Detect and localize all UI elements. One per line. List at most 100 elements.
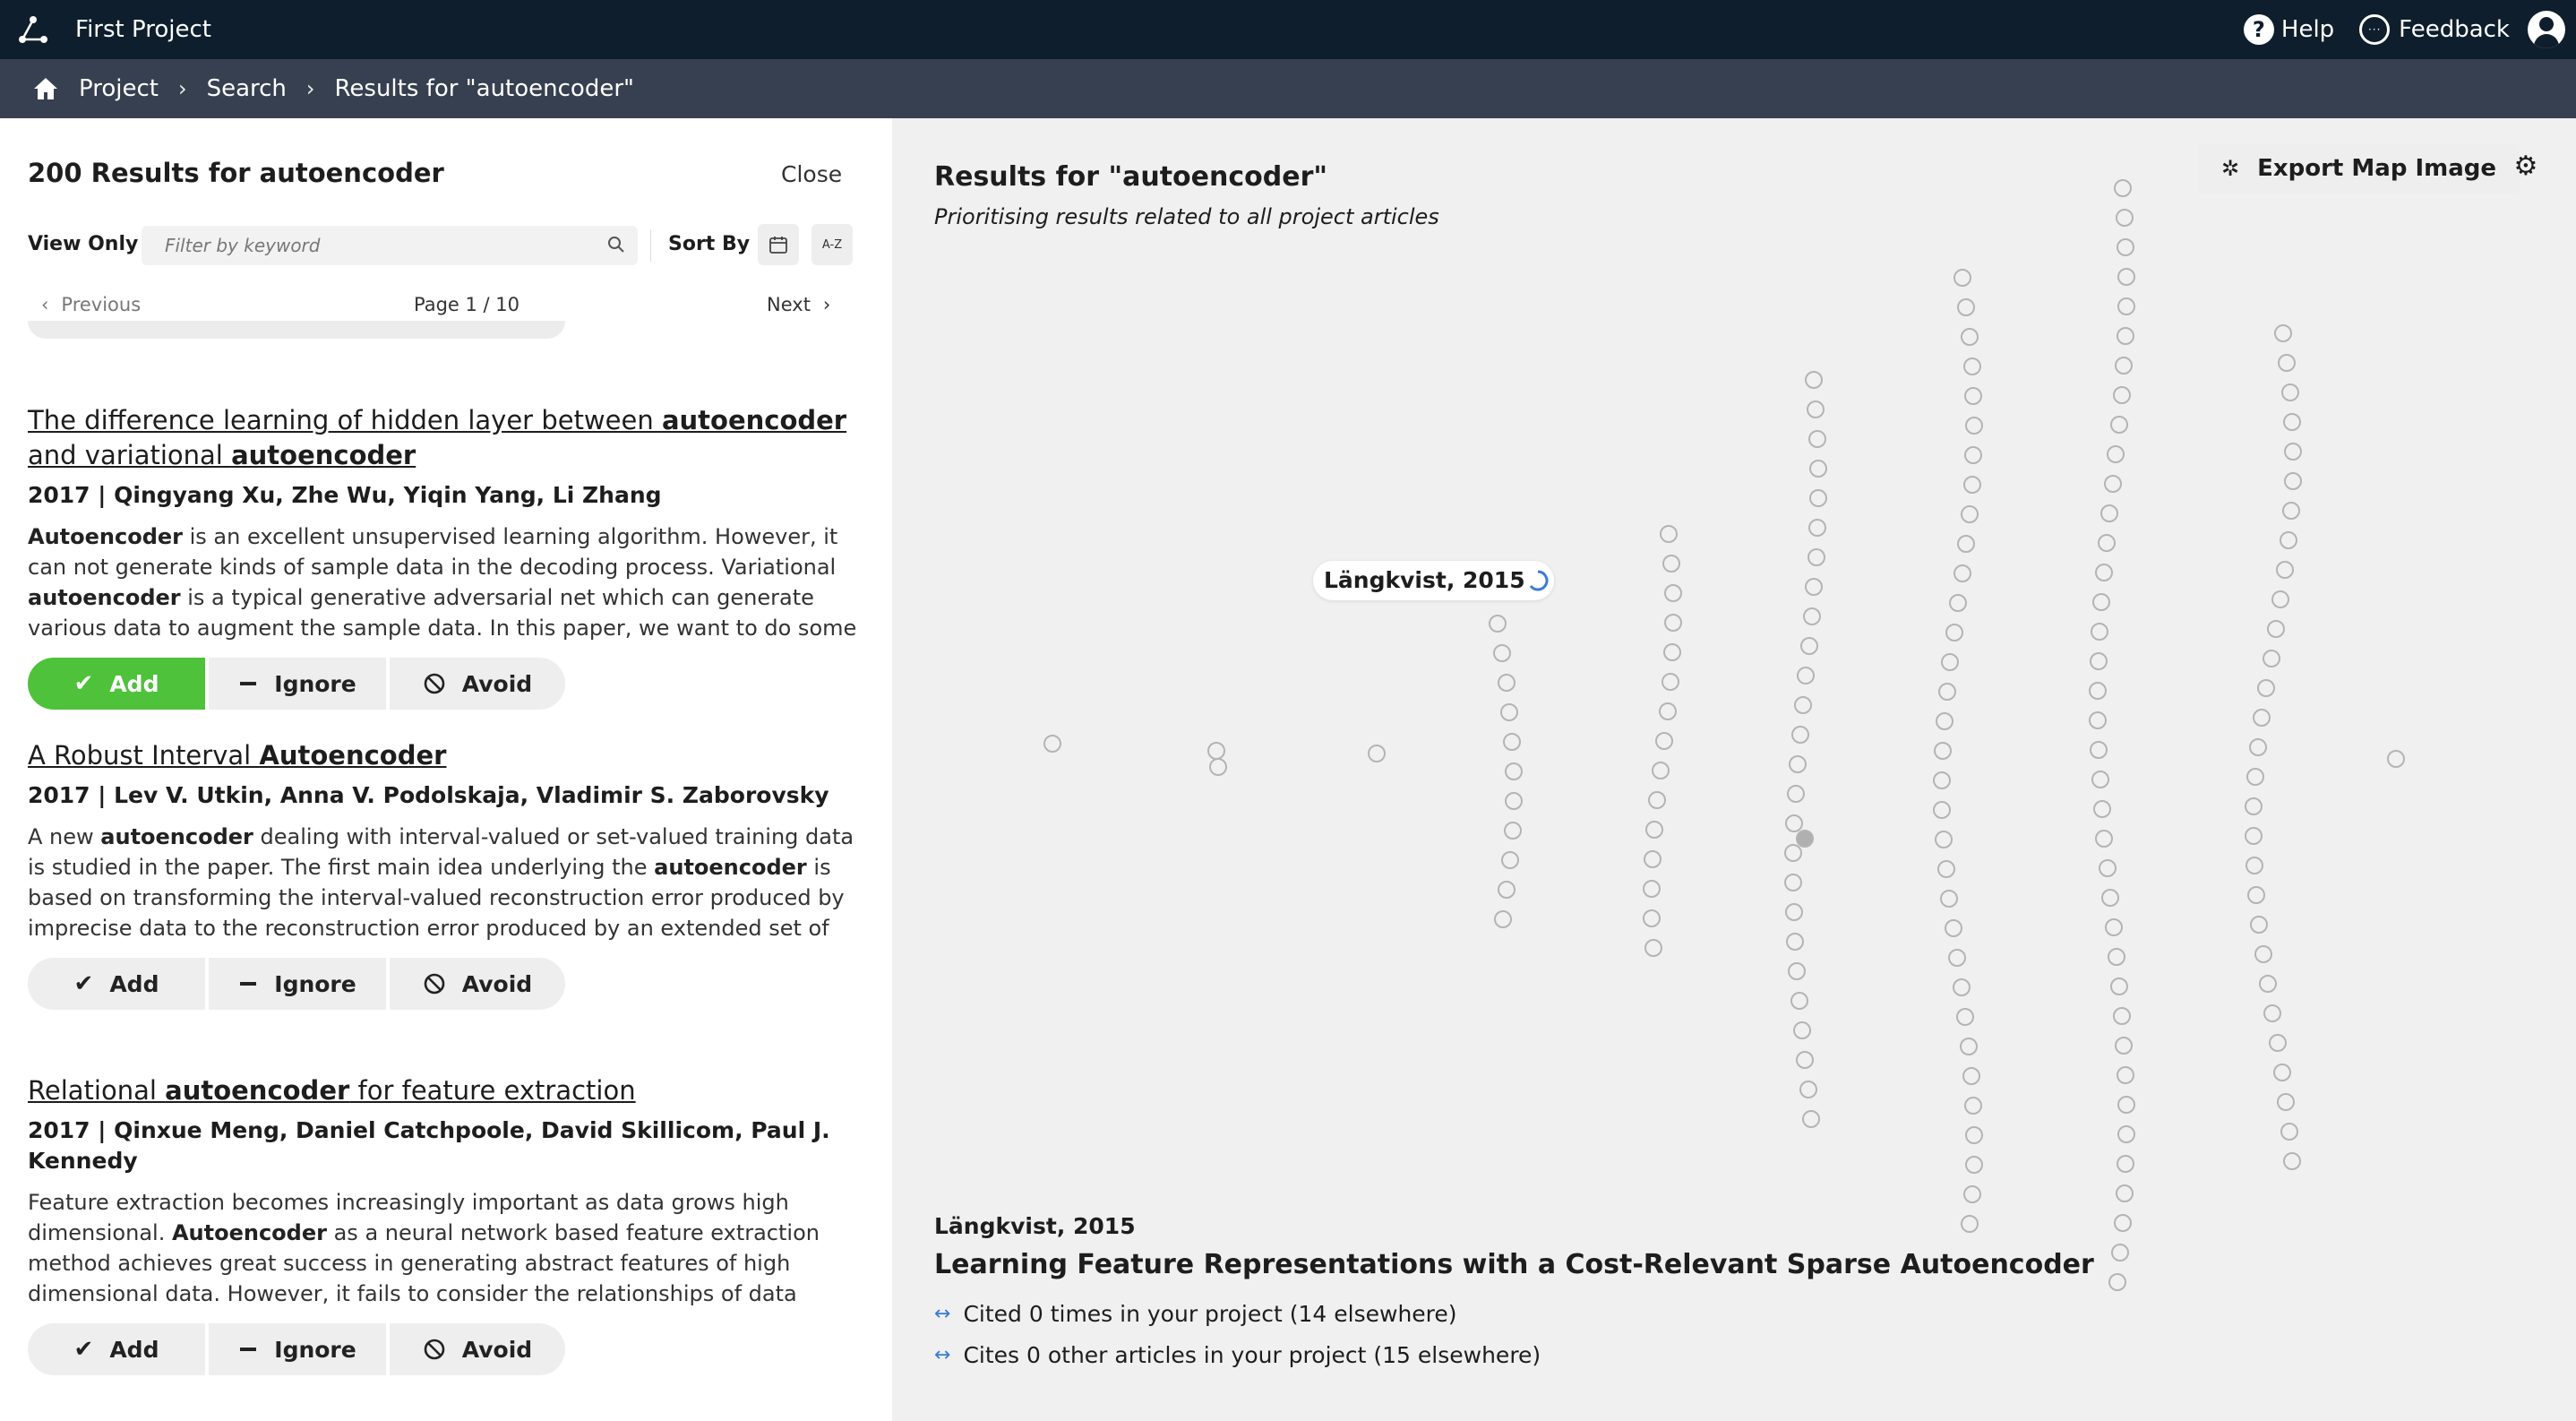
map-node[interactable] (2115, 1037, 2133, 1055)
map-node[interactable] (2283, 1152, 2301, 1170)
map-node[interactable] (1645, 821, 1663, 839)
map-node[interactable] (1797, 667, 1815, 685)
selected-article-title[interactable]: Learning Feature Representations with a … (934, 1249, 2094, 1280)
map-node[interactable] (2281, 383, 2299, 401)
citation-map[interactable] (892, 118, 2576, 1421)
article-title-link[interactable]: A Robust Interval Autoencoder (28, 738, 861, 773)
map-node[interactable] (1644, 939, 1662, 957)
map-node[interactable] (1965, 417, 1983, 435)
map-node[interactable] (1501, 851, 1519, 869)
map-node[interactable] (2100, 504, 2118, 522)
map-node[interactable] (1964, 446, 1982, 464)
map-node[interactable] (1960, 1038, 1978, 1055)
map-node[interactable] (1643, 880, 1661, 898)
ignore-button[interactable]: Ignore (209, 658, 386, 710)
map-node[interactable] (1787, 785, 1805, 803)
map-node[interactable] (2105, 918, 2123, 936)
map-node[interactable] (1949, 594, 1967, 612)
map-node[interactable] (1953, 978, 1971, 996)
map-node[interactable] (1494, 910, 1512, 928)
ignore-button[interactable]: Ignore (209, 958, 386, 1010)
map-node[interactable] (1662, 555, 1680, 573)
map-node[interactable] (2263, 650, 2280, 667)
map-node[interactable] (2095, 564, 2113, 581)
map-node[interactable] (2274, 324, 2292, 342)
map-node[interactable] (1940, 890, 1958, 908)
map-node[interactable] (1643, 909, 1661, 927)
avoid-button[interactable]: Avoid (390, 658, 565, 710)
export-map-image-button[interactable]: ✲ Export Map Image (2198, 143, 2520, 194)
avoid-button[interactable]: Avoid (390, 958, 565, 1010)
map-node[interactable] (1961, 505, 1979, 523)
map-node[interactable] (1796, 1051, 1814, 1069)
map-node[interactable] (1664, 614, 1682, 632)
breadcrumb-project[interactable]: Project (79, 75, 159, 102)
map-node[interactable] (1948, 949, 1966, 967)
map-node[interactable] (2089, 682, 2107, 700)
previous-page-button[interactable]: ‹ Previous (41, 294, 141, 315)
map-node[interactable] (2117, 238, 2134, 256)
map-node[interactable] (1961, 1215, 1979, 1233)
map-node[interactable] (1802, 1110, 1820, 1128)
home-icon[interactable] (32, 75, 59, 102)
map-node[interactable] (2104, 475, 2122, 493)
map-node[interactable] (2110, 977, 2128, 995)
filter-input[interactable]: Filter by keyword (142, 226, 638, 265)
map-node[interactable] (1493, 644, 1511, 662)
article-title-link[interactable]: Relational autoencoder for feature extra… (28, 1073, 861, 1108)
map-node[interactable] (1965, 1126, 1983, 1144)
map-node[interactable] (1953, 564, 1971, 582)
map-node[interactable] (2278, 354, 2296, 372)
map-node[interactable] (2116, 1184, 2134, 1202)
map-node[interactable] (2277, 1093, 2295, 1111)
map-node[interactable] (1791, 726, 1809, 744)
map-node[interactable] (2254, 945, 2272, 963)
map-node[interactable] (1936, 712, 1953, 730)
map-node[interactable] (1963, 476, 1981, 494)
account-icon[interactable] (2528, 11, 2565, 48)
map-node[interactable] (2117, 1066, 2134, 1084)
map-node[interactable] (2250, 916, 2268, 934)
map-node[interactable] (2280, 1123, 2298, 1141)
map-node[interactable] (1505, 762, 1523, 780)
map-node[interactable] (1209, 758, 1227, 776)
map-node[interactable] (1805, 371, 1823, 389)
map-node[interactable] (1963, 1185, 1981, 1203)
map-node[interactable] (2257, 679, 2275, 697)
map-node[interactable] (1503, 733, 1521, 751)
map-node[interactable] (2108, 948, 2125, 966)
map-node[interactable] (1784, 844, 1802, 862)
map-node[interactable] (2114, 1214, 2132, 1232)
map-node[interactable] (1964, 387, 1982, 405)
map-node[interactable] (1498, 881, 1516, 899)
map-node[interactable] (2117, 327, 2134, 345)
map-node[interactable] (1933, 801, 1951, 819)
map-node[interactable] (1664, 584, 1682, 602)
project-title[interactable]: First Project (75, 0, 211, 59)
map-node[interactable] (1953, 269, 1971, 287)
map-node[interactable] (1504, 822, 1522, 840)
map-node[interactable] (1659, 702, 1677, 720)
map-node[interactable] (1964, 1097, 1982, 1115)
map-node[interactable] (2249, 738, 2267, 756)
map-node[interactable] (2099, 859, 2117, 877)
map-node[interactable] (2284, 472, 2302, 490)
app-logo-icon[interactable] (16, 13, 50, 47)
feedback-button[interactable]: ··· Feedback (2359, 14, 2510, 45)
breadcrumb-search[interactable]: Search (207, 75, 287, 102)
map-node[interactable] (1803, 607, 1821, 625)
map-node-selected[interactable] (1796, 830, 1814, 848)
map-node[interactable] (2111, 1244, 2129, 1262)
map-node[interactable] (1933, 771, 1951, 789)
map-node[interactable] (1937, 860, 1955, 878)
map-node[interactable] (2269, 1034, 2287, 1052)
map-node[interactable] (2090, 741, 2108, 759)
map-node[interactable] (1793, 1021, 1811, 1039)
map-node[interactable] (1957, 535, 1975, 553)
map-node[interactable] (1785, 814, 1803, 832)
ignore-button[interactable]: Ignore (209, 1323, 386, 1375)
map-node[interactable] (1789, 755, 1807, 773)
map-node[interactable] (1934, 742, 1952, 760)
map-node[interactable] (2090, 652, 2108, 670)
map-node[interactable] (2117, 268, 2135, 286)
